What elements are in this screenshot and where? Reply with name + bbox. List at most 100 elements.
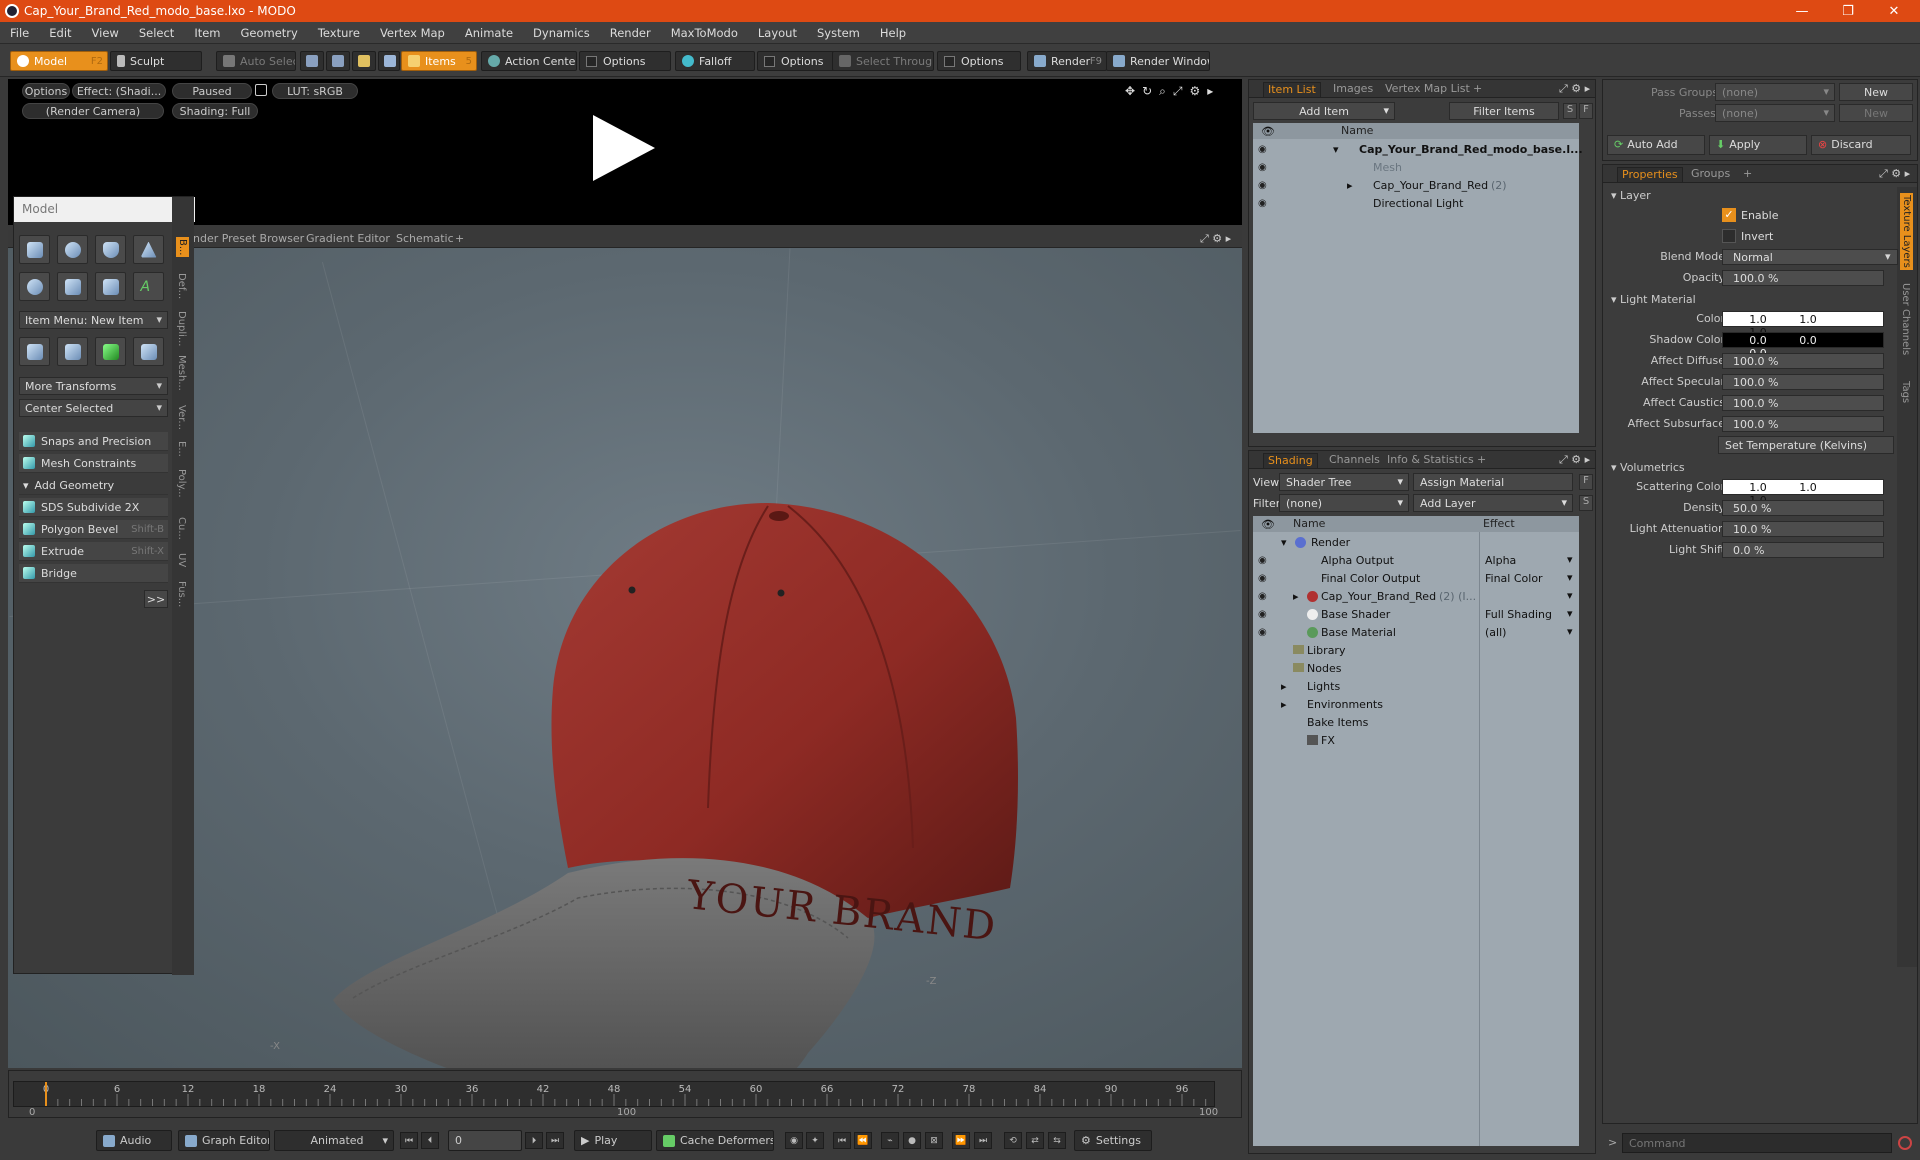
menu-help[interactable]: Help (870, 26, 916, 40)
chevron-down-icon[interactable]: ▾ (1885, 250, 1891, 263)
model-mode-button[interactable]: Model F2 (10, 51, 108, 71)
expand-icon[interactable]: ▾ (1333, 143, 1339, 156)
close-button[interactable]: ✕ (1871, 0, 1917, 22)
color-swatch[interactable]: 1.01.01.0 (1722, 311, 1884, 339)
options-checkbox-1[interactable] (586, 55, 597, 67)
shading-dropdown[interactable]: Shading: Full (172, 103, 258, 119)
viewport-tab-controls-icon[interactable]: ⤢ ⚙ ▸ (1200, 232, 1231, 246)
sculpt-mode-button[interactable]: Sculpt (110, 51, 202, 71)
loop-button[interactable]: ⟲ (1004, 1132, 1022, 1149)
expand-icon[interactable]: ▸ (1281, 698, 1287, 711)
sync-button[interactable]: ⇆ (1048, 1132, 1066, 1149)
auto-select-button[interactable]: Auto Select (216, 51, 296, 71)
tab-add-properties[interactable]: + (1739, 167, 1756, 182)
shader-row-base-material[interactable]: ◉ Base Material (all) ▾ (1253, 624, 1579, 642)
shader-row-fx[interactable]: FX (1253, 732, 1579, 750)
play-icon[interactable] (593, 115, 655, 181)
scattering-color-swatch[interactable]: 1.01.01.0 (1722, 479, 1884, 507)
side-tab-curve[interactable]: Cu... (176, 517, 187, 540)
scattering-r[interactable]: 1.0 (1733, 481, 1783, 494)
preview-effect-dropdown[interactable]: Effect: (Shadi... (72, 83, 166, 99)
visibility-icon[interactable]: ◉ (1258, 573, 1270, 585)
menu-select[interactable]: Select (129, 26, 184, 40)
add-layer-dropdown[interactable]: Add Layer (1413, 494, 1573, 512)
tool-panel-title[interactable]: Model (14, 197, 195, 222)
action-center-button[interactable]: Action Center (481, 51, 577, 71)
keyframe-button[interactable]: ✦ (806, 1132, 824, 1149)
shader-effect[interactable]: Alpha (1485, 554, 1516, 567)
menu-geometry[interactable]: Geometry (231, 26, 308, 40)
shader-row-cap-material[interactable]: ◉ ▸ Cap_Your_Brand_Red (2) (I... ▾ (1253, 588, 1579, 606)
snaps-precision-button[interactable]: Snaps and Precision (19, 432, 168, 451)
side-tab-mesh[interactable]: Mesh... (176, 355, 187, 391)
light-attenuation-slider[interactable]: 10.0 % (1722, 521, 1884, 537)
light-shift-slider[interactable]: 0.0 % (1722, 542, 1884, 558)
tab-groups[interactable]: Groups (1687, 167, 1734, 182)
blend-mode-dropdown[interactable]: Normal (1722, 249, 1898, 265)
key-tool-button[interactable]: ⌁ (881, 1132, 899, 1149)
sphere-tool[interactable] (57, 235, 88, 264)
section-volumetrics[interactable]: Volumetrics (1611, 461, 1685, 474)
visibility-icon[interactable]: ◉ (1258, 591, 1270, 603)
add-geometry-header[interactable]: ▾ Add Geometry (19, 476, 168, 495)
tab-preset-browser[interactable]: nder Preset Browser (193, 232, 304, 245)
transform-tool[interactable] (19, 337, 50, 366)
shader-row-base-shader[interactable]: ◉ Base Shader Full Shading ▾ (1253, 606, 1579, 624)
cylinder-tool[interactable] (95, 235, 126, 264)
shader-effect[interactable]: (all) (1485, 626, 1506, 639)
visibility-icon[interactable]: ◉ (1258, 627, 1270, 639)
menu-maxtomodo[interactable]: MaxToModo (661, 26, 748, 40)
next-key2-button[interactable]: ⏭ (974, 1132, 992, 1149)
color-r[interactable]: 1.0 (1733, 313, 1783, 326)
new-pass-button[interactable]: New (1839, 104, 1913, 122)
apply-button[interactable]: ⬇ Apply (1709, 135, 1807, 155)
shader-row-alpha[interactable]: ◉ Alpha Output Alpha ▾ (1253, 552, 1579, 570)
menu-item[interactable]: Item (184, 26, 230, 40)
expand-icon[interactable]: ▸ (1293, 590, 1299, 603)
shader-row-bake-items[interactable]: Bake Items (1253, 714, 1579, 732)
sds-subdivide-button[interactable]: SDS Subdivide 2X (19, 498, 168, 517)
side-tab-fusion[interactable]: Fus... (176, 581, 187, 607)
section-layer[interactable]: Layer (1611, 189, 1651, 202)
settings-button[interactable]: ⚙ Settings (1074, 1130, 1152, 1151)
auto-key-button[interactable]: ◉ (785, 1132, 803, 1149)
lut-dropdown[interactable]: LUT: sRGB (272, 83, 358, 99)
frame-input[interactable]: 0 (448, 1130, 522, 1151)
shader-row-render[interactable]: ▾ Render (1253, 534, 1579, 552)
expand-icon[interactable]: ▾ (1281, 536, 1287, 549)
center-selected-dropdown[interactable]: Center Selected (19, 399, 168, 417)
materials-select-button[interactable] (378, 51, 400, 71)
itemlist-f-button[interactable]: F (1579, 103, 1593, 119)
more-transforms-dropdown[interactable]: More Transforms (19, 377, 168, 395)
discard-button[interactable]: ⊗ Discard (1811, 135, 1911, 155)
grid-tool[interactable] (57, 337, 88, 366)
bridge-button[interactable]: Bridge (19, 564, 168, 583)
play-button[interactable]: ▶ Play (574, 1130, 652, 1151)
filter-dropdown[interactable]: (none) (1279, 494, 1409, 512)
go-start-button[interactable]: ⏮ (400, 1132, 418, 1149)
menu-render[interactable]: Render (600, 26, 661, 40)
shader-row-nodes[interactable]: Nodes (1253, 660, 1579, 678)
invert-checkbox[interactable] (1722, 229, 1736, 243)
edges-select-button[interactable] (326, 51, 350, 71)
tab-shading[interactable]: Shading (1263, 453, 1318, 468)
audio-button[interactable]: Audio (96, 1130, 172, 1151)
shader-effect[interactable]: Full Shading (1485, 608, 1552, 621)
side-tab-basic[interactable]: B... (176, 237, 189, 258)
visibility-icon[interactable]: ◉ (1258, 198, 1270, 210)
cube-tool[interactable] (19, 235, 50, 264)
menu-vertex-map[interactable]: Vertex Map (370, 26, 455, 40)
shadow-color-swatch[interactable]: 0.00.00.0 (1722, 332, 1884, 360)
add-item-dropdown[interactable]: Add Item (1253, 102, 1395, 120)
item-row-cap[interactable]: ◉ ▸ Cap_Your_Brand_Red (2) (1253, 177, 1579, 195)
visibility-icon[interactable]: ◉ (1258, 609, 1270, 621)
cache-deformers-button[interactable]: Cache Deformers (656, 1130, 774, 1151)
extrude-button[interactable]: Extrude Shift-X (19, 542, 168, 561)
options-checkbox-2[interactable] (764, 55, 775, 67)
expand-icon[interactable]: ▸ (1347, 179, 1353, 192)
visibility-icon[interactable]: ◉ (1258, 144, 1270, 156)
density-slider[interactable]: 50.0 % (1722, 500, 1884, 516)
assign-material-button[interactable]: Assign Material (1413, 473, 1573, 491)
item-row-mesh[interactable]: ◉ Mesh (1253, 159, 1579, 177)
chevron-down-icon[interactable]: ▾ (1567, 589, 1573, 602)
